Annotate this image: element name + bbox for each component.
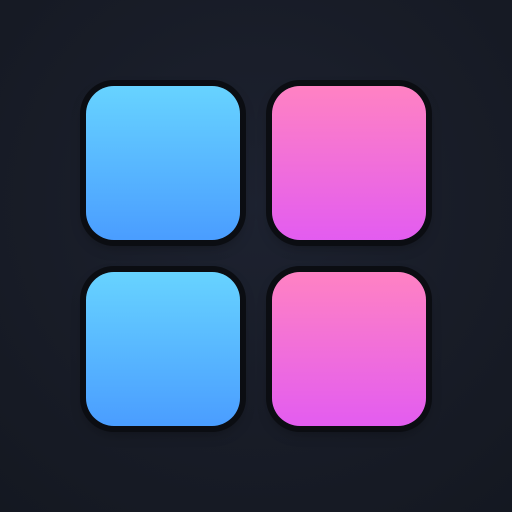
top-left-tile: [86, 86, 240, 240]
bottom-left-tile: [86, 272, 240, 426]
app-icon: [0, 0, 512, 512]
tile-grid-icon: [86, 86, 426, 426]
bottom-right-tile: [272, 272, 426, 426]
top-right-tile: [272, 86, 426, 240]
